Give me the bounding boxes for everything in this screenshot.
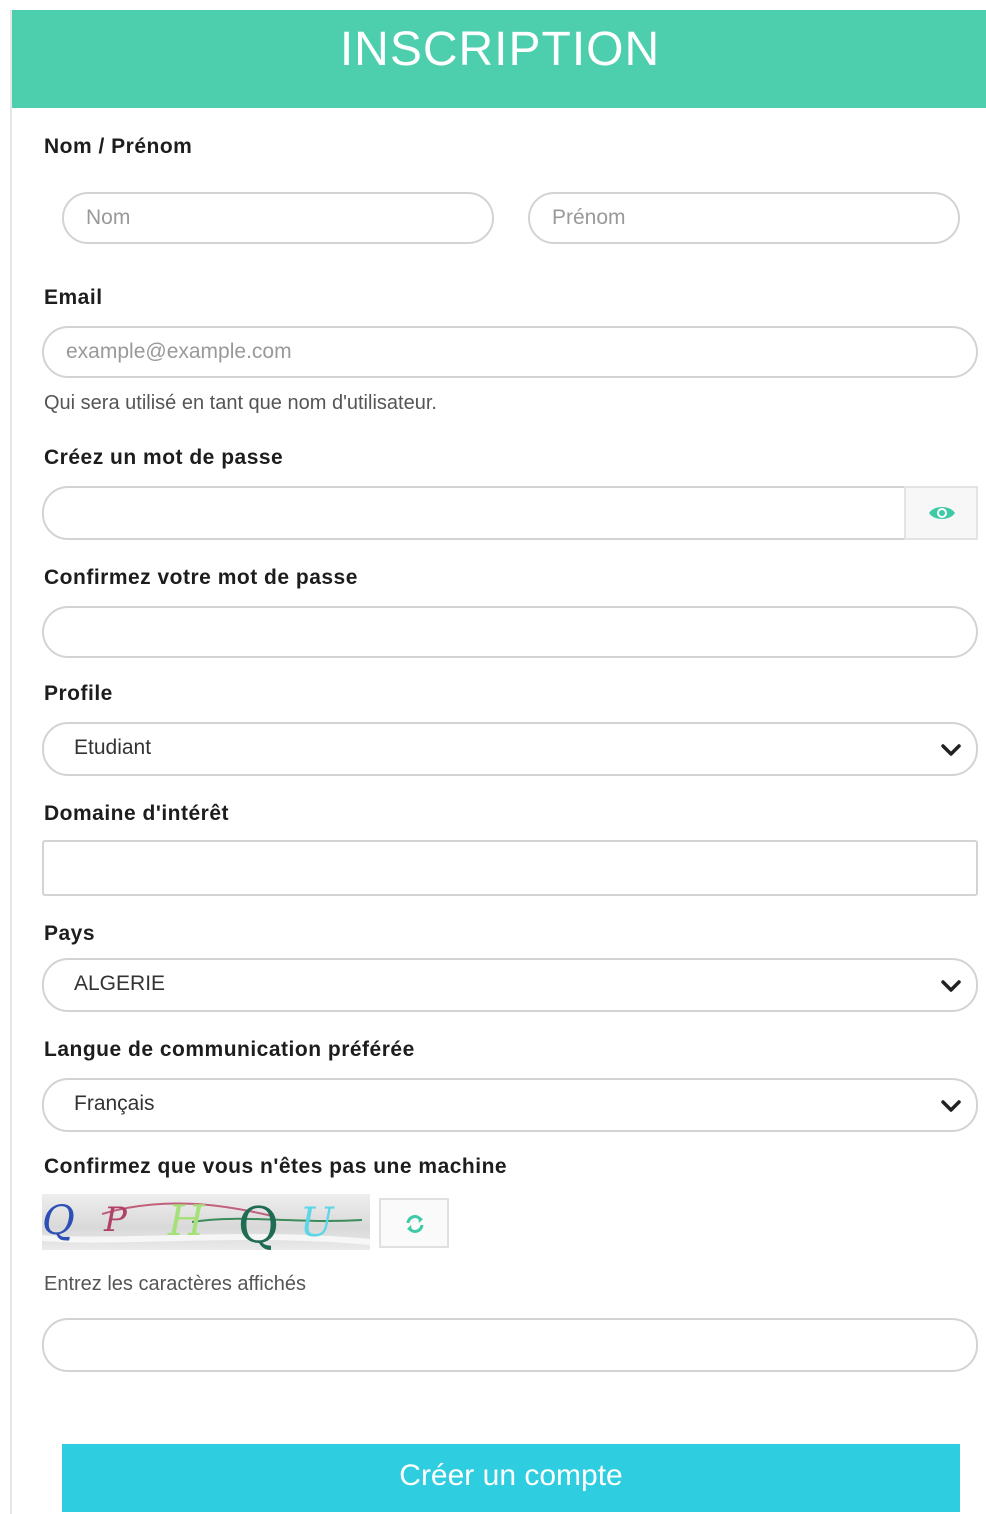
captcha-char: U [300,1200,334,1246]
eye-icon [929,507,955,519]
page-title: INSCRIPTION [12,10,986,108]
password-input[interactable] [42,486,906,540]
domain-input[interactable] [42,840,978,896]
country-selected-value: ALGERIE [74,972,166,995]
confirm-password-input[interactable] [42,606,978,658]
chevron-down-icon [941,744,961,756]
captcha-input[interactable] [42,1318,978,1372]
language-selected-value: Français [74,1092,155,1115]
captcha-hint: Entrez les caractères affichés [44,1273,306,1295]
profile-select[interactable]: Etudiant [42,722,978,776]
captcha-char: Q [238,1196,279,1250]
email-hint: Qui sera utilisé en tant que nom d'utili… [44,392,437,414]
domain-label: Domaine d'intérêt [44,802,230,825]
profile-selected-value: Etudiant [74,736,152,759]
email-label: Email [44,286,103,309]
country-select[interactable]: ALGERIE [42,958,978,1012]
confirm-password-label: Confirmez votre mot de passe [44,566,358,589]
language-label: Langue de communication préférée [44,1038,415,1061]
captcha-image: Q P H Q U [42,1194,370,1250]
captcha-char: P [104,1200,127,1240]
captcha-char: Q [42,1198,75,1244]
country-label: Pays [44,922,96,945]
password-label: Créez un mot de passe [44,446,284,469]
email-input[interactable] [42,326,978,378]
toggle-password-button[interactable] [904,486,978,540]
first-name-input[interactable] [528,192,960,244]
refresh-icon [406,1215,424,1233]
registration-form: INSCRIPTION Nom / Prénom Email Qui sera … [10,10,986,1514]
profile-label: Profile [44,682,113,705]
captcha-label: Confirmez que vous n'êtes pas une machin… [44,1155,508,1178]
captcha-char: H [168,1196,205,1245]
name-label: Nom / Prénom [44,135,193,158]
language-select[interactable]: Français [42,1078,978,1132]
captcha-refresh-button[interactable] [379,1198,449,1248]
create-account-button[interactable]: Créer un compte [62,1444,960,1512]
chevron-down-icon [941,980,961,992]
last-name-input[interactable] [62,192,494,244]
chevron-down-icon [941,1100,961,1112]
